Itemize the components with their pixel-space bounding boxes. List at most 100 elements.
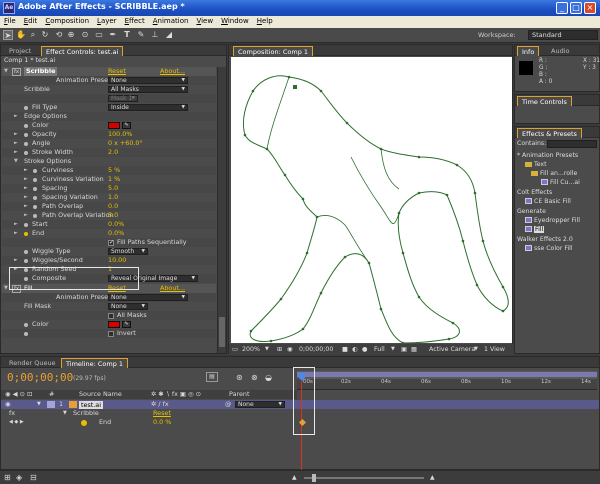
stopwatch-icon[interactable] xyxy=(24,123,28,128)
snapshot-icon[interactable]: ◉ xyxy=(287,345,293,354)
menu-window[interactable]: Window xyxy=(217,16,253,25)
expand-triangle-icon[interactable]: ► xyxy=(14,112,18,121)
parent-header[interactable]: Parent xyxy=(229,390,249,399)
tree-animation-presets[interactable]: * Animation Presets xyxy=(517,151,578,160)
zoom-in-icon[interactable]: ▲ xyxy=(430,474,435,481)
path-overlap-variation-value[interactable]: 5.0 xyxy=(108,211,118,220)
stroke-width-value[interactable]: 2.0 xyxy=(108,148,118,157)
menu-effect[interactable]: Effect xyxy=(121,16,149,25)
stopwatch-active-icon[interactable] xyxy=(24,231,28,236)
zoom-tool-icon[interactable]: ⌕ xyxy=(28,30,38,40)
expand-triangle-icon[interactable]: ► xyxy=(14,148,18,157)
mask-dropdown[interactable]: Mask 1 xyxy=(108,95,138,102)
stopwatch-icon[interactable] xyxy=(33,213,37,218)
collapse-triangle-icon[interactable]: ▼ xyxy=(14,157,18,166)
region-icon[interactable]: ▭ xyxy=(232,345,238,354)
scribble-effect-row[interactable]: fx ▼ Scribble Reset xyxy=(1,409,297,418)
scribble-effect-header[interactable]: ▼ fx Scribble Reset About... xyxy=(2,67,216,76)
label-color-icon[interactable] xyxy=(47,401,55,408)
eyedropper-icon[interactable]: ✎ xyxy=(122,122,131,129)
edge-options-row[interactable]: ► Edge Options xyxy=(2,112,216,121)
end-stopwatch-icon[interactable] xyxy=(81,419,87,426)
tree-text[interactable]: Text xyxy=(525,160,547,169)
stopwatch-icon[interactable] xyxy=(24,222,28,227)
tree-colt-effects[interactable]: Colt Effects xyxy=(517,188,552,197)
fill-color-swatch[interactable] xyxy=(108,321,120,328)
timeline-zoom-slider[interactable] xyxy=(304,474,424,482)
menu-view[interactable]: View xyxy=(192,16,217,25)
source-name-header[interactable]: Source Name xyxy=(79,390,122,399)
layer-switches-icon[interactable]: ✲ / fx xyxy=(151,400,169,409)
brush-tool-icon[interactable]: ✎ xyxy=(136,30,146,40)
tab-composition[interactable]: Composition: Comp 1 xyxy=(233,46,314,56)
resolution-dropdown-arrow-icon[interactable]: ▼ xyxy=(391,345,395,354)
live-update-icon[interactable]: ⊛ xyxy=(236,373,243,382)
all-masks-checkbox[interactable] xyxy=(108,312,114,319)
hand-tool-icon[interactable]: ✋ xyxy=(16,30,26,40)
expand-triangle-icon[interactable]: ► xyxy=(24,184,28,193)
video-toggle-icon[interactable]: ◉ xyxy=(5,400,11,409)
stroke-options-row[interactable]: ▼ Stroke Options xyxy=(2,157,216,166)
color-channel-icon[interactable]: ● xyxy=(362,345,368,354)
transparency-grid-icon[interactable]: ▦ xyxy=(411,345,417,354)
camera-icon[interactable]: ■ xyxy=(342,345,348,354)
color-swatch[interactable] xyxy=(108,122,120,129)
tab-render-queue[interactable]: Render Queue xyxy=(5,358,60,368)
tree-fill[interactable]: Fill xyxy=(525,225,545,234)
fill-mask-dropdown[interactable]: None xyxy=(108,303,148,310)
composition-mini-flowchart-icon[interactable]: ▤ xyxy=(206,372,218,382)
menu-composition[interactable]: Composition xyxy=(41,16,93,25)
menu-animation[interactable]: Animation xyxy=(149,16,193,25)
tree-fill-controller[interactable]: Fill an...rolle xyxy=(531,169,577,178)
expand-triangle-icon[interactable]: ► xyxy=(24,166,28,175)
camera-tool-icon[interactable]: ⟲ xyxy=(54,30,64,40)
scribble-about-link[interactable]: About... xyxy=(160,67,185,76)
start-value[interactable]: 0.0% xyxy=(108,220,124,229)
tab-effect-controls[interactable]: Effect Controls: test.ai xyxy=(41,46,124,56)
workspace-select[interactable]: Standard xyxy=(528,30,598,40)
fill-presets-dropdown[interactable]: None xyxy=(108,294,188,301)
expand-triangle-icon[interactable]: ► xyxy=(14,130,18,139)
expand-triangle-icon[interactable]: ► xyxy=(14,220,18,229)
fx-toggle-icon[interactable]: fx xyxy=(12,68,22,76)
stopwatch-icon[interactable] xyxy=(24,150,28,155)
timeline-end-value[interactable]: 0.0 % xyxy=(153,418,171,427)
angle-value[interactable]: 0 x +60.0° xyxy=(108,139,143,148)
motion-blur-icon[interactable]: ◒ xyxy=(265,373,272,382)
invert-checkbox[interactable] xyxy=(108,330,114,337)
tree-fill-cu[interactable]: Fill Cu...ai xyxy=(541,178,580,187)
scribble-presets-dropdown[interactable]: None xyxy=(108,77,188,84)
effect-expand-icon[interactable]: ▼ xyxy=(63,409,67,418)
camera-view-dropdown-arrow-icon[interactable]: ▼ xyxy=(474,345,478,354)
eraser-tool-icon[interactable]: ◢ xyxy=(164,30,174,40)
end-value[interactable]: 0.0% xyxy=(108,229,124,238)
contains-search-input[interactable] xyxy=(547,140,597,148)
expand-triangle-icon[interactable]: ► xyxy=(14,229,18,238)
spacing-value[interactable]: 5.0 xyxy=(108,184,118,193)
rotate-tool-icon[interactable]: ↻ xyxy=(40,30,50,40)
draft-3d-icon[interactable]: ⊗ xyxy=(251,373,258,382)
curviness-value[interactable]: 5 % xyxy=(108,166,120,175)
stopwatch-icon[interactable] xyxy=(24,258,28,263)
grid-icon[interactable]: ⊞ xyxy=(277,345,282,354)
fx-toggle-icon[interactable]: fx xyxy=(9,409,15,418)
mask-path[interactable] xyxy=(242,75,509,344)
tree-sse-color-fill[interactable]: sse Color Fill xyxy=(525,244,573,253)
selection-tool-icon[interactable]: ➤ xyxy=(3,30,13,40)
stopwatch-icon[interactable] xyxy=(33,204,37,209)
tree-eyedropper-fill[interactable]: Eyedropper Fill xyxy=(525,216,580,225)
tree-ce-basic-fill[interactable]: CE Basic Fill xyxy=(525,197,571,206)
menu-help[interactable]: Help xyxy=(253,16,277,25)
keyframe-nav-icon[interactable]: ◀ ◆ ▶ xyxy=(9,418,24,427)
effect-controls-scrollbar[interactable] xyxy=(217,67,226,353)
maximize-button[interactable]: □ xyxy=(570,2,582,14)
fill-paths-checkbox[interactable]: ✓ xyxy=(108,239,114,246)
stopwatch-icon[interactable] xyxy=(33,168,37,173)
curviness-variation-value[interactable]: 1 % xyxy=(108,175,120,184)
spacing-variation-value[interactable]: 1.0 xyxy=(108,193,118,202)
parent-dropdown[interactable]: None xyxy=(235,401,285,408)
timeline-reset-link[interactable]: Reset xyxy=(153,409,171,418)
eyedropper-icon[interactable]: ✎ xyxy=(122,321,131,328)
stopwatch-icon[interactable] xyxy=(24,249,28,254)
expand-triangle-icon[interactable]: ▼ xyxy=(4,284,8,293)
